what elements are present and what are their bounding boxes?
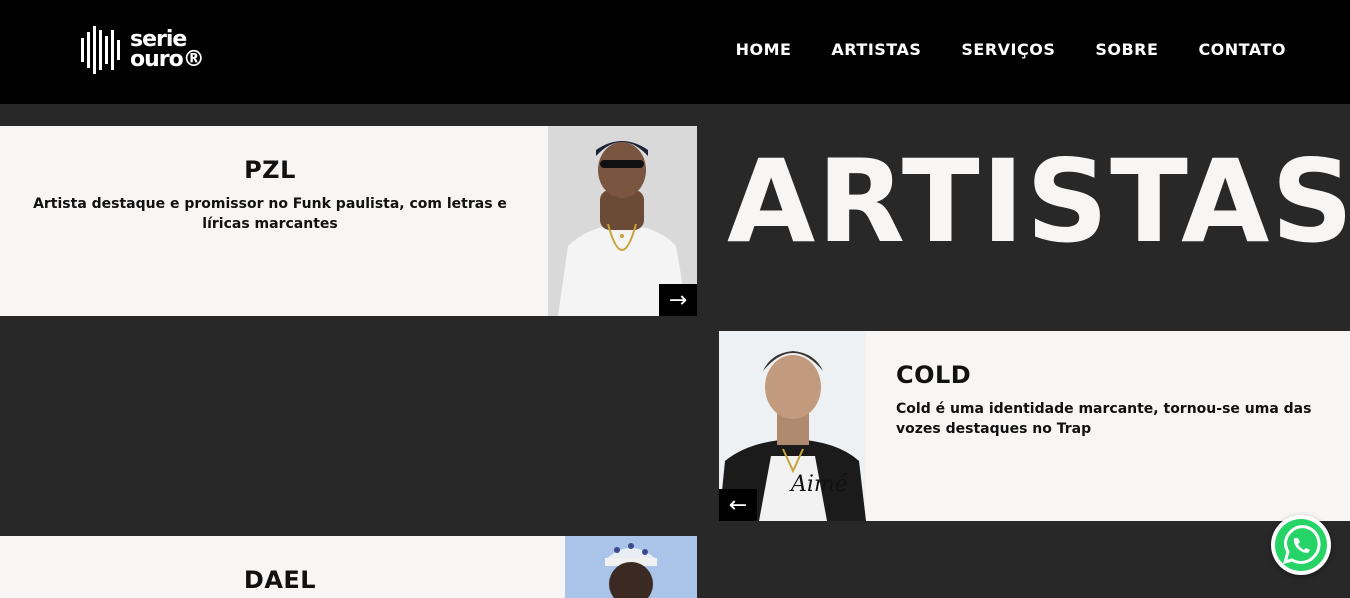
logo-text-line2: ouro® [130,47,205,72]
whatsapp-icon [1275,519,1327,571]
svg-text:Aimé: Aimé [789,472,848,497]
artist-portrait [565,536,697,598]
artist-card-pzl[interactable]: PZL Artista destaque e promissor no Funk… [0,126,697,316]
nav-home[interactable]: HOME [736,40,792,59]
site-header: serie ouro® HOME ARTISTAS SERVIÇOS SOBRE… [0,0,1350,104]
artist-description: Cold é uma identidade marcante, tornou-s… [896,401,1312,437]
nav-servicos[interactable]: SERVIÇOS [961,40,1055,59]
prev-arrow-button[interactable]: ← [719,489,757,521]
serie-ouro-logo[interactable]: serie ouro® [80,22,205,78]
page-title: ARTISTAS [727,135,1350,268]
artist-card-dael[interactable]: DAEL [0,536,697,598]
artist-name: COLD [896,361,972,389]
main-nav: HOME ARTISTAS SERVIÇOS SOBRE CONTATO [736,40,1286,59]
nav-sobre[interactable]: SOBRE [1095,40,1158,59]
next-arrow-button[interactable]: → [659,284,697,316]
nav-contato[interactable]: CONTATO [1198,40,1286,59]
whatsapp-button[interactable] [1271,515,1331,575]
artist-description: Artista destaque e promissor no Funk pau… [33,196,507,232]
nav-artistas[interactable]: ARTISTAS [831,40,921,59]
artist-photo-dael [565,536,697,598]
sound-bars-icon [81,26,120,74]
artist-name: DAEL [243,566,317,594]
artist-card-cold[interactable]: Aimé ← COLD Cold é uma identidade marcan… [719,331,1350,521]
artist-name: PZL [244,156,296,184]
